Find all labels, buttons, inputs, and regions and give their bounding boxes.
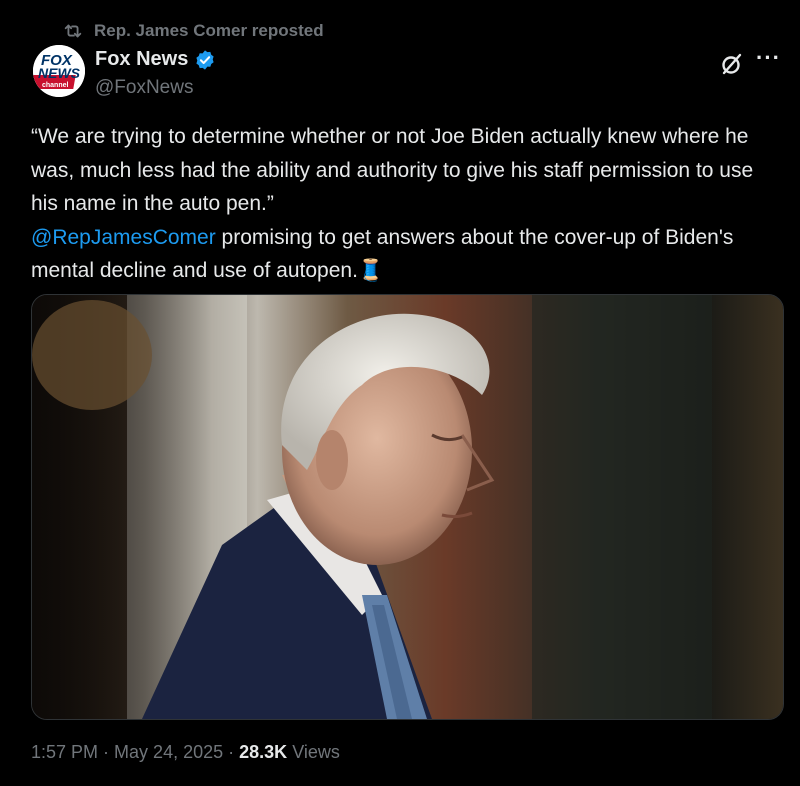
views-count: 28.3K <box>239 742 288 762</box>
tweet-date[interactable]: May 24, 2025 <box>114 742 223 762</box>
verified-badge-icon <box>196 49 214 70</box>
meta-separator: · <box>98 742 115 762</box>
media-image <box>32 295 783 719</box>
author-handle[interactable]: @FoxNews <box>95 77 193 99</box>
repost-indicator[interactable]: Rep. James Comer reposted <box>62 20 324 42</box>
repost-icon <box>64 24 82 38</box>
repost-label: Rep. James Comer reposted <box>94 21 324 40</box>
author-name[interactable]: Fox News <box>95 48 188 71</box>
svg-text:channel: channel <box>42 82 69 89</box>
tweet-time[interactable]: 1:57 PM <box>31 742 98 762</box>
meta-separator-2: · <box>223 742 240 762</box>
views-label: Views <box>292 742 340 762</box>
mention-link[interactable]: @RepJamesComer <box>31 226 216 249</box>
thread-emoji: 🧵 <box>357 259 385 282</box>
tweet-meta: 1:57 PM · May 24, 2025 · 28.3K Views <box>31 742 340 763</box>
tweet-text: “We are trying to determine whether or n… <box>31 120 771 288</box>
more-icon[interactable]: ··· <box>756 47 781 69</box>
avatar[interactable]: FOX NEWS channel <box>33 45 85 97</box>
svg-text:NEWS: NEWS <box>38 65 81 81</box>
tweet-quote: “We are trying to determine whether or n… <box>31 125 754 215</box>
tweet-media-photo[interactable] <box>31 294 784 720</box>
grok-icon[interactable] <box>718 50 746 78</box>
author-name-row[interactable]: Fox News <box>95 48 216 71</box>
fox-news-logo: FOX NEWS channel <box>33 45 85 97</box>
